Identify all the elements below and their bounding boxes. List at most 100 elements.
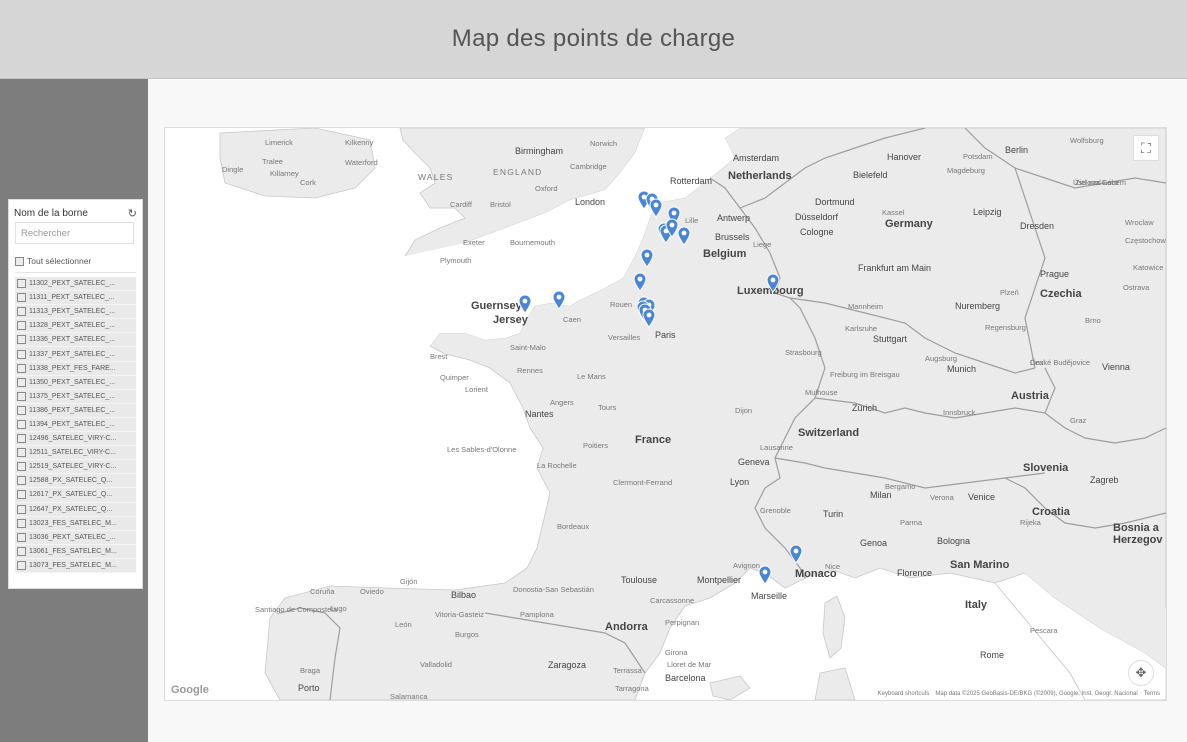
pan-control-button[interactable]: ✥	[1128, 660, 1154, 686]
city-label: Lorient	[465, 385, 488, 394]
checkbox-icon	[17, 279, 26, 289]
slicer-item[interactable]: 11386_PEXT_SATELEC_...	[15, 403, 136, 418]
slicer-item[interactable]: 11302_PEXT_SATELEC_...	[15, 277, 136, 292]
city-label: Montpellier	[697, 575, 742, 585]
city-label: Nuremberg	[955, 301, 1001, 311]
country-label: Switzerland	[798, 427, 860, 439]
slicer-item[interactable]: 11350_PEXT_SATELEC_...	[15, 375, 136, 390]
search-input[interactable]	[15, 222, 134, 244]
city-label: Freiburg im Breisgau	[830, 370, 900, 379]
city-label: Lloret de Mar	[667, 660, 712, 669]
city-label: Valladolid	[420, 660, 452, 669]
slicer-item-label: 11375_PEXT_SATELEC_...	[29, 392, 116, 400]
slicer-item[interactable]: 13023_FES_SATELEC_M...	[15, 516, 136, 531]
city-label: Potsdam	[963, 152, 993, 161]
slicer-item[interactable]: 13036_PEXT_SATELEC_...	[15, 530, 136, 545]
checkbox-icon	[17, 560, 26, 570]
refresh-icon[interactable]: ↻	[128, 207, 137, 220]
slicer-item[interactable]: 11338_PEXT_FES_FARE...	[15, 361, 136, 376]
location-marker-icon[interactable]	[766, 273, 780, 293]
slicer-item-label: 13073_FES_SATELEC_M...	[29, 561, 117, 569]
country-label: Italy	[965, 599, 988, 611]
slicer-item[interactable]: 11311_PEXT_SATELEC_...	[15, 291, 136, 306]
checkbox-icon	[17, 448, 26, 458]
city-label: Brussels	[715, 232, 750, 242]
city-label: Lyon	[730, 477, 750, 487]
city-label: Versailles	[608, 333, 641, 342]
checkbox-icon	[17, 405, 26, 415]
slicer-item[interactable]: 12647_PX_SATELEC_Q...	[15, 502, 136, 517]
slicer-item[interactable]: 12588_PX_SATELEC_Q...	[15, 474, 136, 489]
select-all-label: Tout sélectionner	[27, 256, 92, 266]
slicer-item[interactable]: 12496_SATELEC_VIRY-C...	[15, 432, 136, 447]
select-all-checkbox[interactable]: Tout sélectionner	[15, 253, 134, 269]
divider	[15, 272, 136, 273]
slicer-item-label: 11302_PEXT_SATELEC_...	[29, 280, 116, 288]
slicer-item[interactable]: 11336_PEXT_SATELEC_...	[15, 333, 136, 348]
city-label: Zagreb	[1090, 475, 1119, 485]
fullscreen-button[interactable]: ⛶	[1133, 135, 1159, 161]
checkbox-icon	[17, 335, 26, 345]
slicer-item[interactable]: 11337_PEXT_SATELEC_...	[15, 347, 136, 362]
slicer-item[interactable]: 13073_FES_SATELEC_M...	[15, 558, 136, 573]
city-label: Plymouth	[440, 256, 472, 265]
location-marker-icon[interactable]	[789, 544, 803, 564]
slicer-item-label: 12647_PX_SATELEC_Q...	[29, 505, 113, 513]
slicer-item-label: 13036_PEXT_SATELEC_...	[29, 533, 116, 541]
slicer-item[interactable]: 13061_FES_SATELEC_M...	[15, 544, 136, 559]
slicer-item[interactable]: 11375_PEXT_SATELEC_...	[15, 389, 136, 404]
city-label: Le Mans	[577, 372, 606, 381]
location-marker-icon[interactable]	[677, 226, 691, 246]
checkbox-icon	[15, 256, 24, 266]
slicer-item[interactable]: 12617_PX_SATELEC_Q...	[15, 488, 136, 503]
slicer-item[interactable]: 12519_SATELEC_VIRY-C...	[15, 460, 136, 475]
city-label: Wroclaw	[1125, 218, 1154, 227]
country-label: Belgium	[703, 248, 747, 260]
checkbox-icon	[17, 293, 26, 303]
city-label: Bergamo	[885, 482, 916, 491]
location-marker-icon[interactable]	[649, 198, 663, 218]
city-label: Lugo	[330, 604, 347, 613]
location-marker-icon[interactable]	[642, 308, 656, 328]
city-label: Mannheim	[848, 302, 884, 311]
region-label: ENGLAND	[493, 167, 543, 177]
city-label: Bournemouth	[510, 238, 556, 247]
slicer-item[interactable]: 11328_PEXT_SATELEC_...	[15, 319, 136, 334]
city-label: Milan	[870, 490, 892, 500]
city-label: Munich	[947, 364, 977, 374]
terms-link[interactable]: Terms	[1144, 691, 1160, 697]
city-label: České Budějovice	[1030, 358, 1091, 367]
city-label: Wolfsburg	[1070, 136, 1104, 145]
location-marker-icon[interactable]	[640, 248, 654, 268]
checkbox-icon	[17, 546, 26, 556]
location-marker-icon[interactable]	[633, 272, 647, 292]
city-label: Florence	[897, 568, 933, 578]
city-label: Genoa	[860, 538, 888, 548]
country-label: France	[635, 434, 672, 446]
location-marker-icon[interactable]	[552, 290, 566, 310]
checkbox-icon	[17, 532, 26, 542]
country-label: San Marino	[950, 559, 1010, 571]
city-label: Angers	[550, 398, 574, 407]
slicer-item-label: 11394_PEXT_SATELEC_...	[29, 420, 116, 428]
city-label: Zielona Góra	[1075, 178, 1119, 187]
country-label: Andorra	[605, 621, 648, 633]
slicer-item-label: 11338_PEXT_FES_FARE...	[29, 364, 116, 372]
slicer-item[interactable]: 11313_PEXT_SATELEC_...	[15, 305, 136, 320]
google-logo: Google	[171, 684, 209, 696]
country-label: Guernsey	[471, 300, 522, 312]
location-marker-icon[interactable]	[518, 294, 532, 314]
city-label: Magdeburg	[947, 166, 985, 175]
slicer-item[interactable]: 12511_SATELEC_VIRY-C...	[15, 446, 136, 461]
slicer-item[interactable]: 11394_PEXT_SATELEC_...	[15, 417, 136, 433]
city-label: Marseille	[751, 591, 788, 601]
city-label: Cologne	[800, 227, 834, 237]
location-marker-icon[interactable]	[758, 565, 772, 585]
map-visual[interactable]: Netherlands Belgium Luxembourg Germany Czech…	[164, 127, 1167, 701]
city-label: Pamplona	[520, 610, 554, 619]
city-label: Norwich	[590, 139, 618, 148]
city-label: Rennes	[517, 366, 543, 375]
slicer-item-label: 11337_PEXT_SATELEC_...	[29, 350, 116, 358]
map-data-text: Map data ©2025 GeoBasis-DE/BKG (©2009), …	[935, 691, 1138, 697]
keyboard-shortcuts-link[interactable]: Keyboard shortcuts	[878, 691, 930, 697]
